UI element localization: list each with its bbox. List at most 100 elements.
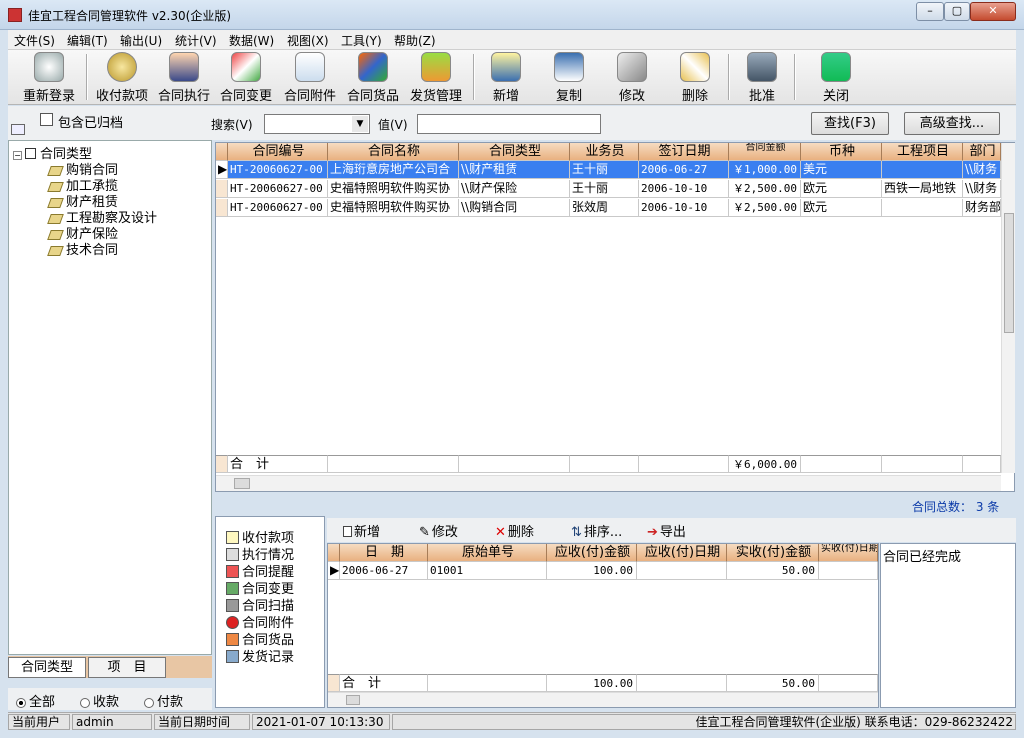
contract-change-button[interactable]: 合同变更 <box>216 52 276 104</box>
find-button[interactable]: 查找(F3) <box>811 112 889 135</box>
book-icon <box>47 181 64 192</box>
export-icon: ➔ <box>647 525 658 540</box>
row-indicator <box>216 180 228 198</box>
book-icon <box>47 229 64 240</box>
company-info: 佳宜工程合同管理软件(企业版) 联系电话：029-86232422 <box>392 714 1016 730</box>
column-paid-amount[interactable]: 实收(付)金额 <box>727 544 819 562</box>
include-archived-label: 包含已归档 <box>58 116 124 131</box>
edit-icon: ✎ <box>419 525 430 540</box>
detail-export-button[interactable]: ➔ 导出 <box>647 521 686 540</box>
maximize-button[interactable]: ▢ <box>944 2 970 21</box>
column-date[interactable]: 日 期 <box>340 544 428 562</box>
column-amount[interactable]: 合同金额 <box>729 143 801 161</box>
change-icon <box>226 582 239 595</box>
detail-sort-button[interactable]: ⇅ 排序... <box>571 521 622 540</box>
radio-all[interactable]: 全部 <box>16 691 55 710</box>
menu-file[interactable]: 文件(S) <box>14 32 55 49</box>
folder-icon <box>25 148 36 159</box>
column-contract-type[interactable]: 合同类型 <box>459 143 570 161</box>
new-doc-icon <box>343 526 352 537</box>
horizontal-scrollbar[interactable] <box>216 475 1001 491</box>
column-department[interactable]: 部门 <box>963 143 1001 161</box>
edit-button[interactable]: 修改 <box>606 52 658 104</box>
menu-help[interactable]: 帮助(Z) <box>394 32 436 49</box>
column-due-amount[interactable]: 应收(付)金额 <box>547 544 637 562</box>
menu-bar: 文件(S) 编辑(T) 输出(U) 统计(V) 数据(W) 视图(X) 工具(Y… <box>8 30 1016 50</box>
include-archived-checkbox[interactable] <box>40 113 53 126</box>
tab-contract-type[interactable]: 合同类型 <box>8 657 86 678</box>
column-paid-date[interactable]: 实收(付)日期 <box>819 544 878 562</box>
contract-execute-button[interactable]: 合同执行 <box>154 52 214 104</box>
advanced-search-button[interactable]: 高级查找... <box>904 112 1000 135</box>
note-area[interactable]: 合同已经完成 <box>880 543 1016 708</box>
chevron-down-icon: ▼ <box>352 116 368 132</box>
detail-edit-button[interactable]: ✎ 修改 <box>419 521 458 540</box>
contract-attachment-button[interactable]: 合同附件 <box>280 52 340 104</box>
detail-delete-button[interactable]: ✕ 删除 <box>495 521 534 540</box>
close-button[interactable]: 关闭 <box>810 52 862 104</box>
menu-tools[interactable]: 工具(Y) <box>341 32 382 49</box>
radio-payment[interactable]: 付款 <box>144 691 183 710</box>
vertical-scrollbar[interactable] <box>1001 143 1015 473</box>
column-sign-date[interactable]: 签订日期 <box>639 143 729 161</box>
copy-button[interactable]: 复制 <box>543 52 595 104</box>
column-currency[interactable]: 币种 <box>801 143 882 161</box>
column-due-date[interactable]: 应收(付)日期 <box>637 544 727 562</box>
menu-output[interactable]: 输出(U) <box>120 32 162 49</box>
shipping-icon <box>421 52 451 82</box>
layout-icon[interactable] <box>11 124 25 135</box>
exit-icon <box>821 52 851 82</box>
current-datetime-value: 2021-01-07 10:13:30 <box>252 714 390 730</box>
menu-edit[interactable]: 编辑(T) <box>67 32 108 49</box>
search-value-input[interactable] <box>417 114 601 134</box>
change-icon <box>231 52 261 82</box>
tab-project[interactable]: 项 目 <box>88 657 166 678</box>
row-pointer-icon: ▶ <box>328 562 340 580</box>
close-window-button[interactable]: ✕ <box>970 2 1016 21</box>
status-bar: 当前用户 admin 当前日期时间 2021-01-07 10:13:30 佳宜… <box>8 712 1016 730</box>
detail-new-button[interactable]: 新增 <box>343 521 380 540</box>
grid-header: 合同编号 合同名称 合同类型 业务员 签订日期 合同金额 币种 工程项目 部门 <box>216 143 1001 161</box>
approve-icon <box>747 52 777 82</box>
search-field-select[interactable]: ▼ <box>264 114 370 134</box>
payment-filter-group: 全部 收款 付款 <box>8 688 212 710</box>
minimize-button[interactable]: – <box>916 2 944 21</box>
toolbar-separator <box>86 54 88 100</box>
tree-item-technology[interactable]: 技术合同 <box>47 239 118 258</box>
approve-button[interactable]: 批准 <box>736 52 788 104</box>
new-doc-icon <box>491 52 521 82</box>
detail-nav: 收付款项 执行情况 合同提醒 合同变更 合同扫描 合同附件 合同货品 发货记录 <box>215 516 325 708</box>
column-contract-name[interactable]: 合同名称 <box>328 143 459 161</box>
toolbar-separator <box>794 54 796 100</box>
horizontal-scrollbar[interactable] <box>328 692 878 707</box>
menu-statistics[interactable]: 统计(V) <box>175 32 217 49</box>
scroll-thumb[interactable] <box>346 695 360 705</box>
nav-shipping[interactable]: 发货记录 <box>226 646 294 665</box>
menu-data[interactable]: 数据(W) <box>229 32 274 49</box>
collapse-icon[interactable]: − <box>13 151 22 160</box>
scroll-thumb[interactable] <box>1004 213 1014 333</box>
column-staff[interactable]: 业务员 <box>570 143 639 161</box>
title-bar: 佳宜工程合同管理软件 v2.30(企业版) – ▢ ✕ <box>0 0 1024 30</box>
toolbar: 重新登录 收付款项 合同执行 合同变更 合同附件 合同货品 发货管理 新增 复制… <box>8 50 1016 105</box>
delete-icon <box>680 52 710 82</box>
menu-view[interactable]: 视图(X) <box>287 32 329 49</box>
radio-receipt[interactable]: 收款 <box>80 691 119 710</box>
document-icon <box>226 531 239 544</box>
delete-x-icon: ✕ <box>495 525 506 540</box>
scroll-thumb[interactable] <box>234 478 250 489</box>
column-doc-no[interactable]: 原始单号 <box>428 544 547 562</box>
relogin-button[interactable]: 重新登录 <box>18 52 80 104</box>
contract-type-tree: − 合同类型 购销合同 加工承揽 财产租赁 工程勘察及设计 财产保险 技术合同 <box>8 140 212 655</box>
column-project[interactable]: 工程项目 <box>882 143 963 161</box>
shipping-button[interactable]: 发货管理 <box>405 52 467 104</box>
new-button[interactable]: 新增 <box>480 52 532 104</box>
book-icon <box>47 165 64 176</box>
payments-button[interactable]: 收付款项 <box>92 52 152 104</box>
edit-icon <box>617 52 647 82</box>
column-contract-no[interactable]: 合同编号 <box>228 143 328 161</box>
delete-button[interactable]: 删除 <box>669 52 721 104</box>
goods-icon <box>358 52 388 82</box>
contract-goods-button[interactable]: 合同货品 <box>343 52 403 104</box>
toolbar-separator <box>728 54 730 100</box>
